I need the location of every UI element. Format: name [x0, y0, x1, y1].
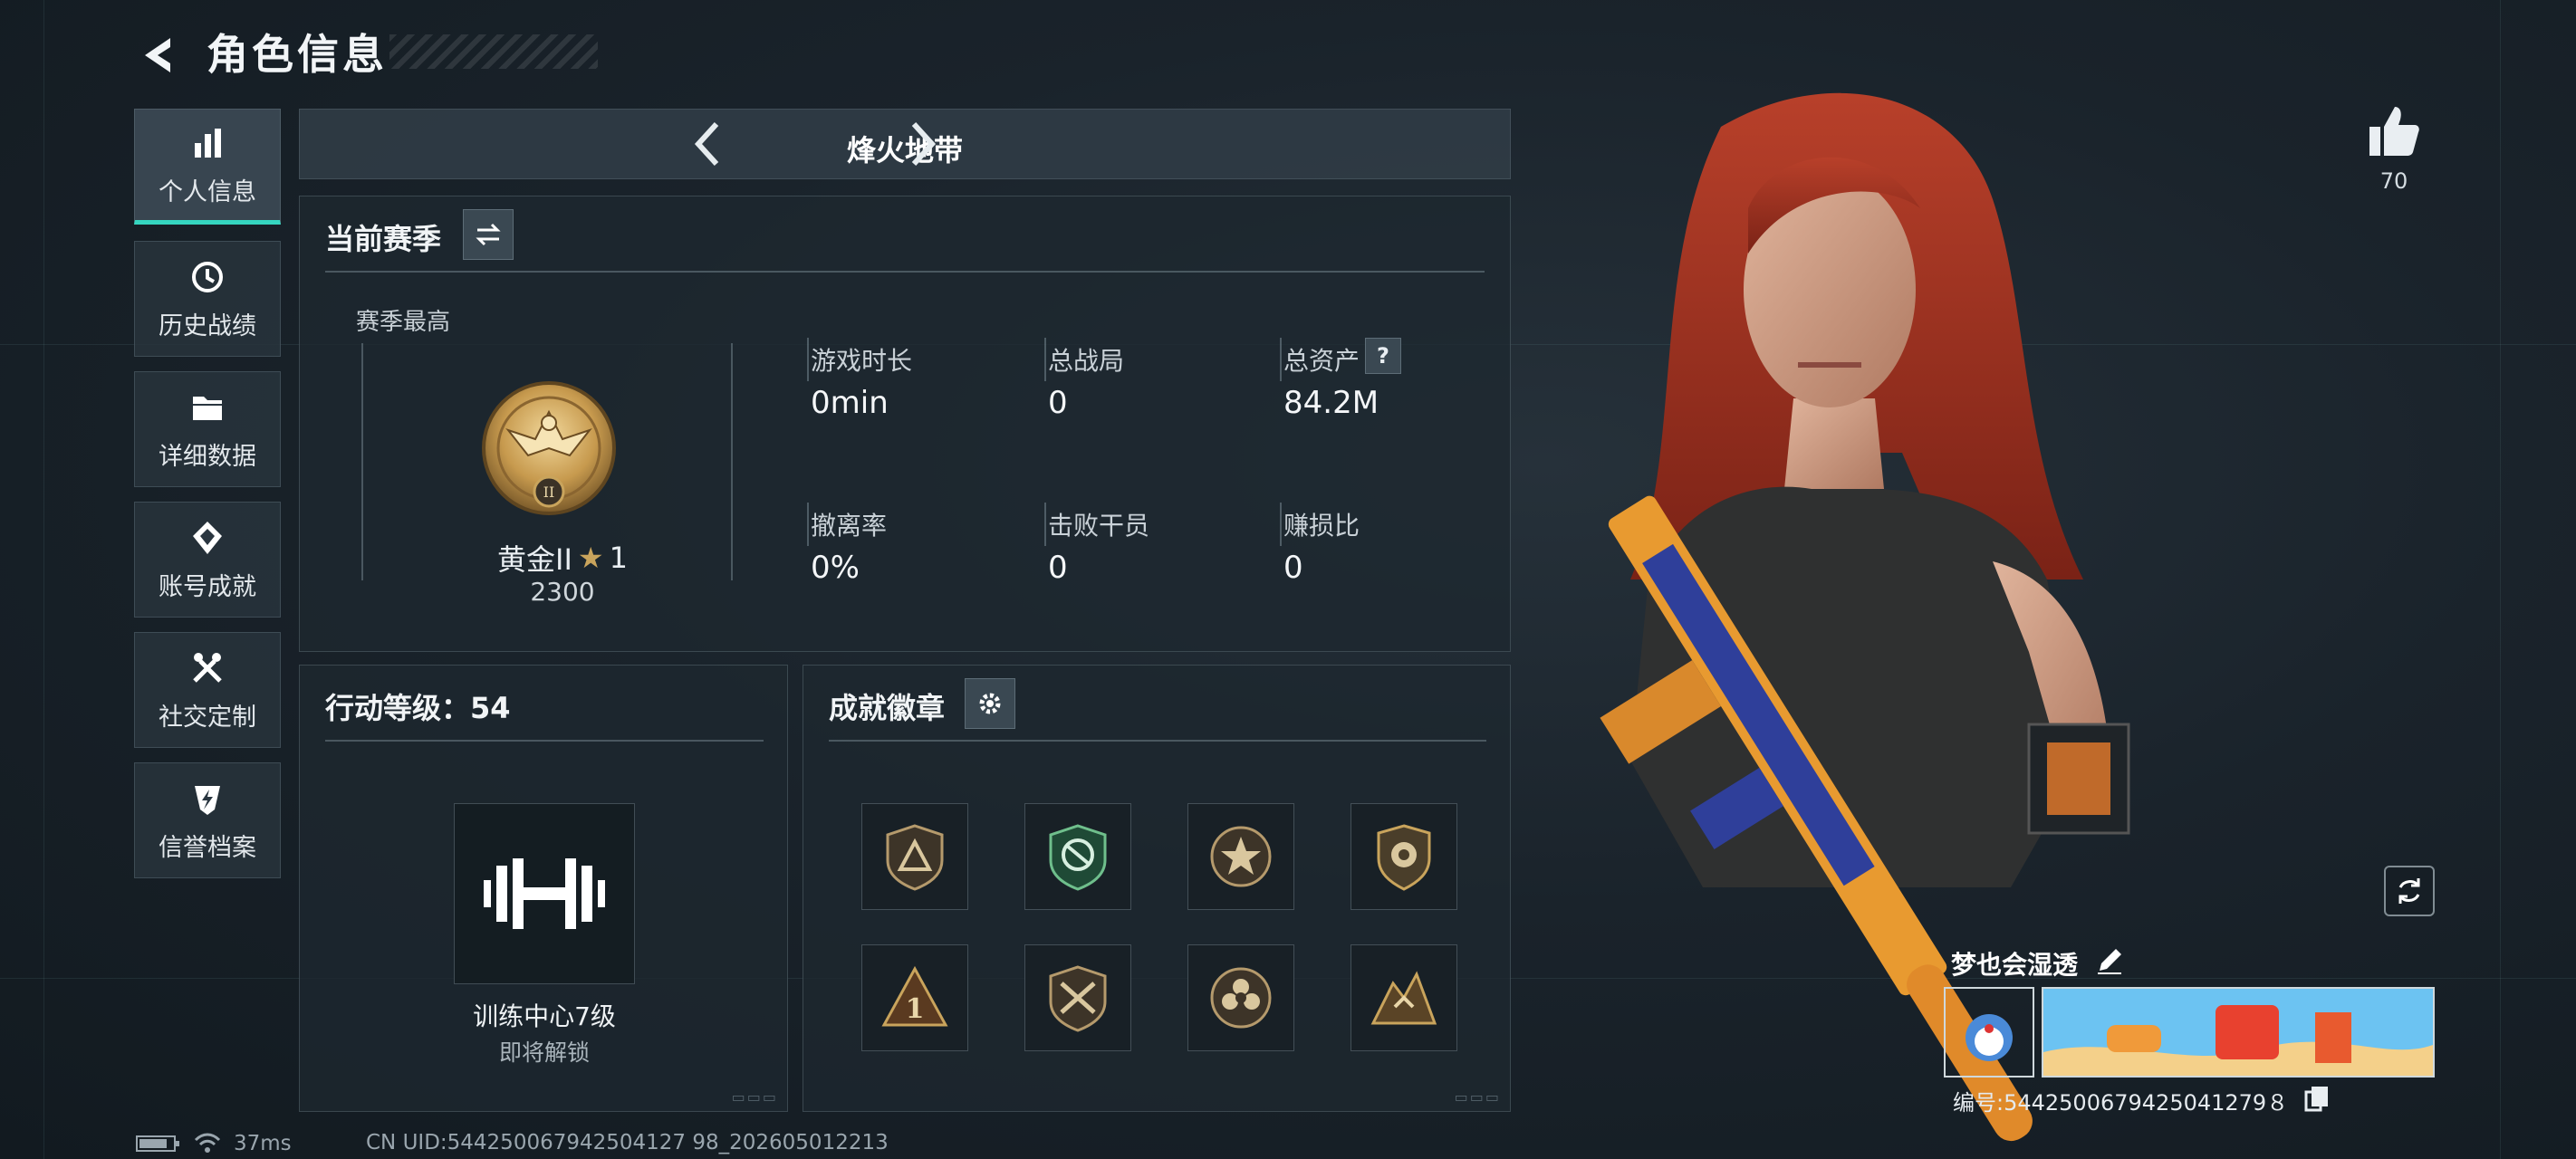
help-button[interactable]: ? — [1365, 338, 1401, 374]
corner-decoration: ▭▭▭ — [731, 1088, 778, 1106]
pencil-icon — [2098, 949, 2121, 974]
sidebar-item-label: 信誉档案 — [159, 833, 256, 862]
divider — [325, 271, 1485, 273]
season-panel: 当前赛季 赛季最高 II 黄金II ★ 1 2300 游戏时长 0min 总战局… — [299, 196, 1511, 652]
season-highest-label: 赛季最高 — [356, 309, 451, 336]
avatar[interactable] — [1944, 987, 2034, 1078]
battery-icon — [136, 1135, 179, 1152]
achievement-title: 成就徽章 — [829, 691, 946, 725]
achievement-icon — [193, 521, 222, 554]
refresh-button[interactable] — [2384, 866, 2435, 916]
star-icon: ★ — [577, 541, 604, 575]
status-bar: 37ms — [136, 1130, 292, 1157]
chevron-right-icon — [911, 121, 937, 167]
stat-value: 0 — [1048, 550, 1068, 586]
wifi-icon — [194, 1133, 221, 1153]
like-count: 70 — [2379, 168, 2408, 194]
sidebar-item-label: 账号成就 — [159, 572, 256, 601]
tools-icon — [193, 652, 222, 683]
divider — [1044, 338, 1046, 381]
sidebar-item-profile[interactable]: 个人信息 — [134, 109, 281, 225]
season-title: 当前赛季 — [325, 222, 442, 256]
triangle-shield-badge-icon[interactable] — [861, 803, 968, 910]
avatar-image — [1966, 1014, 2013, 1061]
stat-value: 0 — [1048, 385, 1068, 421]
divider — [829, 740, 1486, 742]
sidebar-item-details[interactable]: 详细数据 — [134, 371, 281, 487]
divider — [807, 338, 809, 381]
player-name: 梦也会湿透 — [1951, 950, 2079, 980]
sidebar-item-credit[interactable]: 信誉档案 — [134, 762, 281, 878]
svg-text:1: 1 — [906, 993, 925, 1025]
stat-label: 游戏时长 — [811, 346, 913, 376]
stat-label: 总资产 — [1283, 346, 1360, 376]
gold-rank-medal-icon: II — [482, 381, 616, 515]
stat-label: 赚损比 — [1283, 511, 1360, 541]
green-emblem-badge-icon[interactable] — [1024, 803, 1131, 910]
mountain-crest-badge-icon[interactable] — [1350, 944, 1457, 1051]
divider — [807, 503, 809, 546]
flower-medal-badge-icon[interactable] — [1187, 944, 1294, 1051]
crossed-rifles-badge-icon[interactable] — [1024, 944, 1131, 1051]
mode-selector-bar: 烽火地带 — [299, 109, 1511, 179]
gear-icon — [979, 693, 1001, 714]
unlock-item-card[interactable] — [454, 803, 635, 984]
sidebar-item-label: 详细数据 — [159, 442, 256, 471]
like-button[interactable] — [2362, 100, 2426, 163]
divider — [1280, 338, 1282, 381]
stat-label: 撤离率 — [811, 511, 888, 541]
stat-value: 0 — [1283, 550, 1303, 586]
sidebar-item-history[interactable]: 历史战绩 — [134, 241, 281, 357]
bar-chart-icon — [195, 128, 221, 158]
credit-icon — [195, 785, 220, 815]
dumbbell-icon — [484, 858, 605, 929]
switch-season-button[interactable] — [463, 209, 514, 260]
rank-name: 黄金II — [497, 542, 572, 577]
unlock-status: 即将解锁 — [498, 1039, 590, 1066]
back-arrow-icon — [145, 38, 170, 72]
star-ring-badge-icon[interactable] — [1187, 803, 1294, 910]
svg-text:II: II — [543, 484, 555, 501]
copy-id-button[interactable] — [2304, 1085, 2330, 1112]
copy-icon — [2304, 1087, 2328, 1112]
player-id: 编号:5442500679425041279８ — [1953, 1090, 2289, 1116]
achievement-panel: 成就徽章 1 ▭▭▭ — [803, 665, 1511, 1112]
divider — [1044, 503, 1046, 546]
profile-banner[interactable] — [2042, 987, 2435, 1078]
rank-score: 2300 — [530, 577, 595, 607]
refresh-icon — [2398, 878, 2420, 904]
rank-stars: 1 — [609, 541, 628, 575]
edit-name-button[interactable] — [2094, 945, 2125, 976]
uid-text: CN UID:544250067942504127 98_20260501221… — [366, 1131, 889, 1154]
unlock-name: 训练中心7级 — [473, 1001, 616, 1031]
stat-label: 击败干员 — [1048, 511, 1150, 541]
page-title: 角色信息 — [207, 30, 388, 79]
title-decoration — [389, 34, 598, 69]
banner-image — [2043, 989, 2433, 1076]
thumbs-up-icon — [2369, 107, 2419, 156]
sidebar-item-label: 社交定制 — [159, 703, 256, 732]
gold-shield-badge-icon[interactable] — [1350, 803, 1457, 910]
sidebar-item-achievements[interactable]: 账号成就 — [134, 502, 281, 618]
ping-value: 37ms — [234, 1132, 292, 1155]
stat-value: 0min — [811, 385, 889, 421]
number-one-triangle-badge-icon[interactable]: 1 — [861, 944, 968, 1051]
sidebar-item-label: 历史战绩 — [159, 311, 256, 340]
next-mode-button[interactable] — [896, 117, 950, 171]
action-level-title: 行动等级：54 — [325, 691, 511, 725]
divider — [325, 740, 764, 742]
stat-value: 0% — [811, 550, 860, 586]
rank-label: 黄金II ★ 1 — [472, 537, 653, 579]
history-icon — [192, 261, 223, 292]
sidebar-item-label: 个人信息 — [159, 177, 256, 206]
stat-value: 84.2M — [1283, 385, 1379, 421]
action-level-panel: 行动等级：54 训练中心7级 即将解锁 ▭▭▭ — [299, 665, 788, 1112]
divider — [1280, 503, 1282, 546]
stat-label: 总战局 — [1048, 346, 1125, 376]
folder-icon — [193, 396, 222, 420]
back-button[interactable] — [127, 24, 190, 87]
sidebar-item-social[interactable]: 社交定制 — [134, 632, 281, 748]
swap-icon — [476, 223, 501, 246]
badge-settings-button[interactable] — [965, 678, 1015, 729]
